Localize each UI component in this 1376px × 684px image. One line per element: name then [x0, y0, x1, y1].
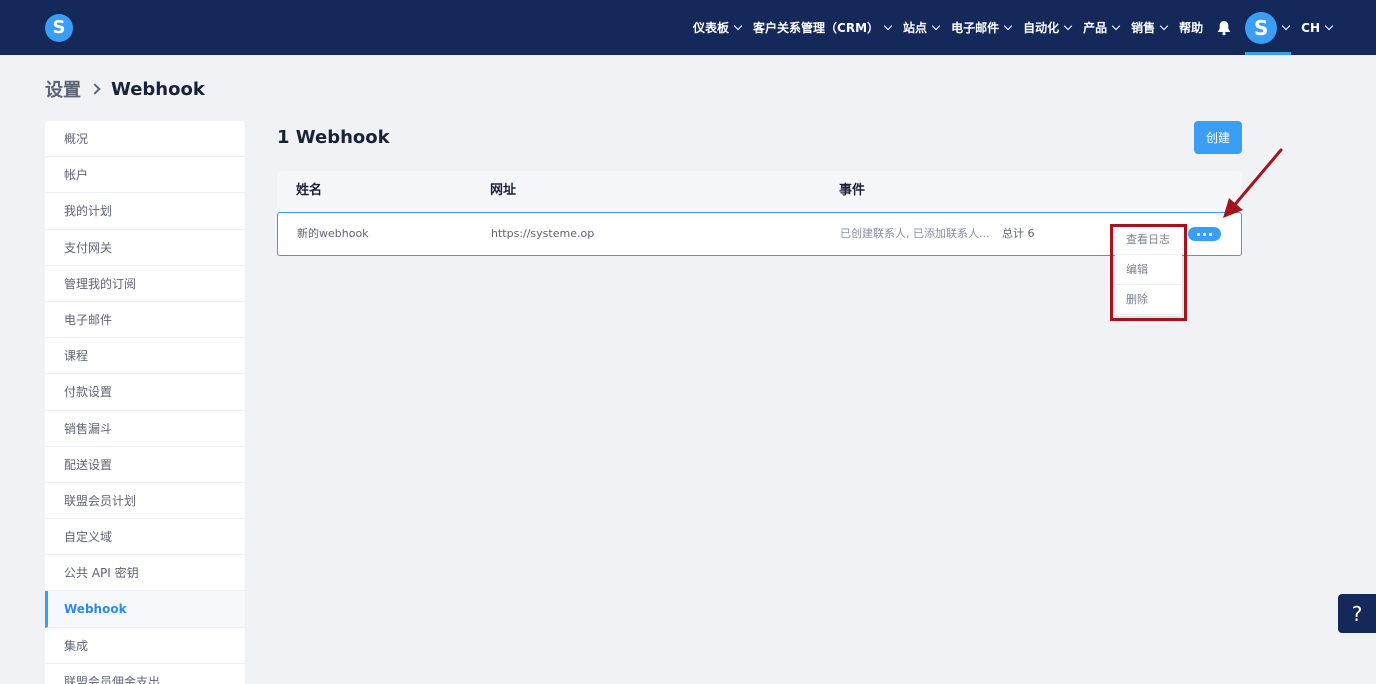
total-count: 6 [1027, 227, 1035, 240]
menu-item-edit[interactable]: 编辑 [1115, 255, 1182, 285]
chevron-down-icon [931, 21, 941, 31]
top-navbar: S 仪表板 客户关系管理（CRM） 站点 电子邮件 自动化 产品 销售 帮助 S… [0, 0, 1376, 55]
account-menu[interactable]: S [1245, 0, 1292, 55]
sidebar-item-webhook[interactable]: Webhook [45, 591, 245, 628]
sidebar-item-overview[interactable]: 概况 [45, 121, 245, 158]
webhook-name: 新的webhook [297, 227, 369, 240]
chevron-down-icon [1159, 21, 1169, 31]
table-header: 姓名 网址 事件 [277, 171, 1242, 212]
nav-help[interactable]: 帮助 [1179, 19, 1203, 36]
sidebar-item-account[interactable]: 帐户 [45, 157, 245, 194]
more-icon [1209, 232, 1212, 236]
sidebar-item-affiliate-payouts[interactable]: 联盟会员佣金支出 [45, 664, 245, 684]
annotation-arrow-icon [1223, 148, 1283, 218]
sidebar-item-courses[interactable]: 课程 [45, 338, 245, 375]
chevron-down-icon [883, 21, 893, 31]
sidebar-item-integrations[interactable]: 集成 [45, 628, 245, 664]
sidebar-item-api-keys[interactable]: 公共 API 密钥 [45, 555, 245, 592]
sidebar-item-my-plan[interactable]: 我的计划 [45, 193, 245, 230]
nav-automation[interactable]: 自动化 [1023, 19, 1073, 36]
webhook-table: 姓名 网址 事件 新的webhook https://systeme.op 已创… [277, 171, 1242, 256]
language-selector[interactable]: CH [1301, 20, 1334, 35]
main-nav: 仪表板 客户关系管理（CRM） 站点 电子邮件 自动化 产品 销售 帮助 S C… [681, 0, 1334, 55]
sidebar-item-subscriptions[interactable]: 管理我的订阅 [45, 266, 245, 302]
chevron-down-icon [1111, 21, 1121, 31]
nav-email[interactable]: 电子邮件 [951, 19, 1013, 36]
table-row[interactable]: 新的webhook https://systeme.op 已创建联系人, 已添加… [277, 212, 1242, 256]
menu-item-view-logs[interactable]: 查看日志 [1115, 225, 1182, 255]
nav-sites[interactable]: 站点 [903, 19, 941, 36]
nav-label: 仪表板 [693, 21, 730, 35]
nav-label: 销售 [1131, 21, 1156, 35]
row-actions-menu: 查看日志 编辑 删除 [1115, 225, 1182, 316]
breadcrumb-settings[interactable]: 设置 [45, 76, 81, 102]
webhook-url: https://systeme.op [491, 227, 595, 240]
sidebar-item-payment-settings[interactable]: 付款设置 [45, 374, 245, 411]
sidebar-item-shipping[interactable]: 配送设置 [45, 447, 245, 483]
bell-icon[interactable] [1215, 19, 1233, 37]
language-label: CH [1301, 20, 1320, 35]
sidebar-item-email[interactable]: 电子邮件 [45, 302, 245, 339]
chevron-down-icon [733, 21, 743, 31]
help-button[interactable]: ? [1338, 594, 1376, 633]
settings-sidebar: 概况 帐户 我的计划 支付网关 管理我的订阅 电子邮件 课程 付款设置 销售漏斗… [45, 121, 245, 684]
nav-dashboard[interactable]: 仪表板 [693, 19, 743, 36]
nav-label: 帮助 [1179, 21, 1204, 35]
column-header-events: 事件 [839, 183, 866, 198]
chevron-down-icon [1281, 21, 1291, 31]
nav-label: 自动化 [1023, 21, 1060, 35]
chevron-down-icon [1063, 21, 1073, 31]
chevron-down-icon [1324, 21, 1334, 31]
avatar: S [1245, 11, 1278, 44]
column-header-url: 网址 [490, 183, 517, 198]
more-icon [1197, 232, 1200, 236]
more-icon [1203, 232, 1206, 236]
breadcrumb: 设置 Webhook [45, 76, 205, 102]
active-indicator [1245, 52, 1292, 55]
nav-label: 电子邮件 [951, 21, 1000, 35]
logo[interactable]: S [45, 14, 73, 42]
menu-item-delete[interactable]: 删除 [1115, 285, 1182, 315]
sidebar-item-affiliate-program[interactable]: 联盟会员计划 [45, 483, 245, 520]
nav-label: 产品 [1083, 21, 1108, 35]
sidebar-item-custom-domain[interactable]: 自定义域 [45, 519, 245, 556]
nav-crm[interactable]: 客户关系管理（CRM） [753, 19, 893, 36]
total-label: 总计 [1002, 227, 1024, 240]
column-header-name: 姓名 [296, 183, 323, 198]
nav-label: 站点 [903, 21, 928, 35]
sidebar-item-payment-gateways[interactable]: 支付网关 [45, 230, 245, 266]
nav-sales[interactable]: 销售 [1131, 19, 1169, 36]
nav-label: 客户关系管理（CRM） [753, 21, 880, 35]
chevron-down-icon [1003, 21, 1013, 31]
webhook-count-title: 1 Webhook [277, 127, 390, 148]
webhook-events-total: 总计 6 [1002, 213, 1035, 255]
sidebar-item-funnels[interactable]: 销售漏斗 [45, 411, 245, 447]
chevron-right-icon [89, 83, 101, 95]
webhook-events: 已创建联系人, 已添加联系人... [840, 227, 990, 240]
page-title: Webhook [111, 78, 205, 100]
nav-products[interactable]: 产品 [1083, 19, 1121, 36]
